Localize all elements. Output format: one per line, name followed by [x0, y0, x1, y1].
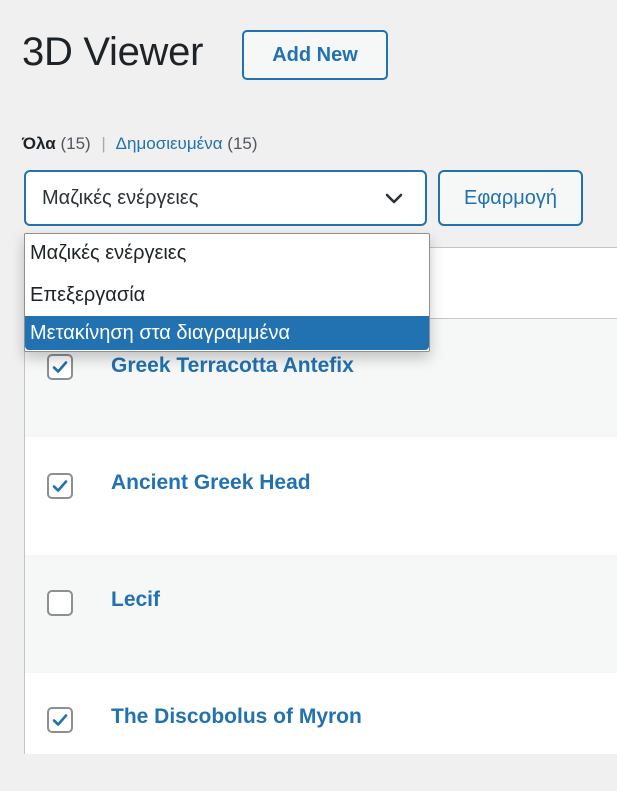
- row-title-link[interactable]: The Discobolus of Myron: [111, 705, 362, 729]
- checkmark-icon: [52, 480, 68, 492]
- bulk-actions-select[interactable]: Μαζικές ενέργειες: [24, 170, 427, 226]
- table-row: Ancient Greek Head: [25, 437, 617, 555]
- dropdown-option-move-to-trash[interactable]: Μετακίνηση στα διαγραμμένα: [25, 316, 429, 350]
- page-title: 3D Viewer: [22, 30, 204, 74]
- row-checkbox[interactable]: [47, 707, 73, 733]
- add-new-button[interactable]: Add New: [242, 30, 388, 80]
- dropdown-option-bulk-actions[interactable]: Μαζικές ενέργειες: [25, 236, 429, 270]
- row-checkbox[interactable]: [47, 590, 73, 616]
- status-filter-links: Όλα (15) | Δημοσιευμένα (15): [22, 134, 258, 154]
- filter-published-count: (15): [227, 134, 258, 153]
- apply-button[interactable]: Εφαρμογή: [438, 170, 583, 226]
- table-row: The Discobolus of Myron: [25, 673, 617, 791]
- row-title-link[interactable]: Ancient Greek Head: [111, 471, 311, 495]
- filter-all-count: (15): [60, 134, 91, 153]
- row-checkbox[interactable]: [47, 354, 73, 380]
- row-title-link[interactable]: Lecif: [111, 588, 160, 612]
- bulk-actions-selected-value: Μαζικές ενέργειες: [42, 186, 199, 209]
- checkmark-icon: [52, 361, 68, 373]
- checkmark-icon: [52, 714, 68, 726]
- bulk-actions-dropdown-list: Μαζικές ενέργειες Επεξεργασία Μετακίνηση…: [24, 233, 430, 352]
- row-checkbox[interactable]: [47, 473, 73, 499]
- dropdown-option-edit[interactable]: Επεξεργασία: [25, 278, 429, 312]
- filter-all-link[interactable]: Όλα: [22, 134, 56, 153]
- table-row: Lecif: [25, 555, 617, 673]
- chevron-down-icon: [385, 193, 403, 204]
- row-title-link[interactable]: Greek Terracotta Antefix: [111, 354, 354, 378]
- filter-published-link[interactable]: Δημοσιευμένα: [116, 134, 223, 153]
- filter-separator: |: [101, 134, 106, 153]
